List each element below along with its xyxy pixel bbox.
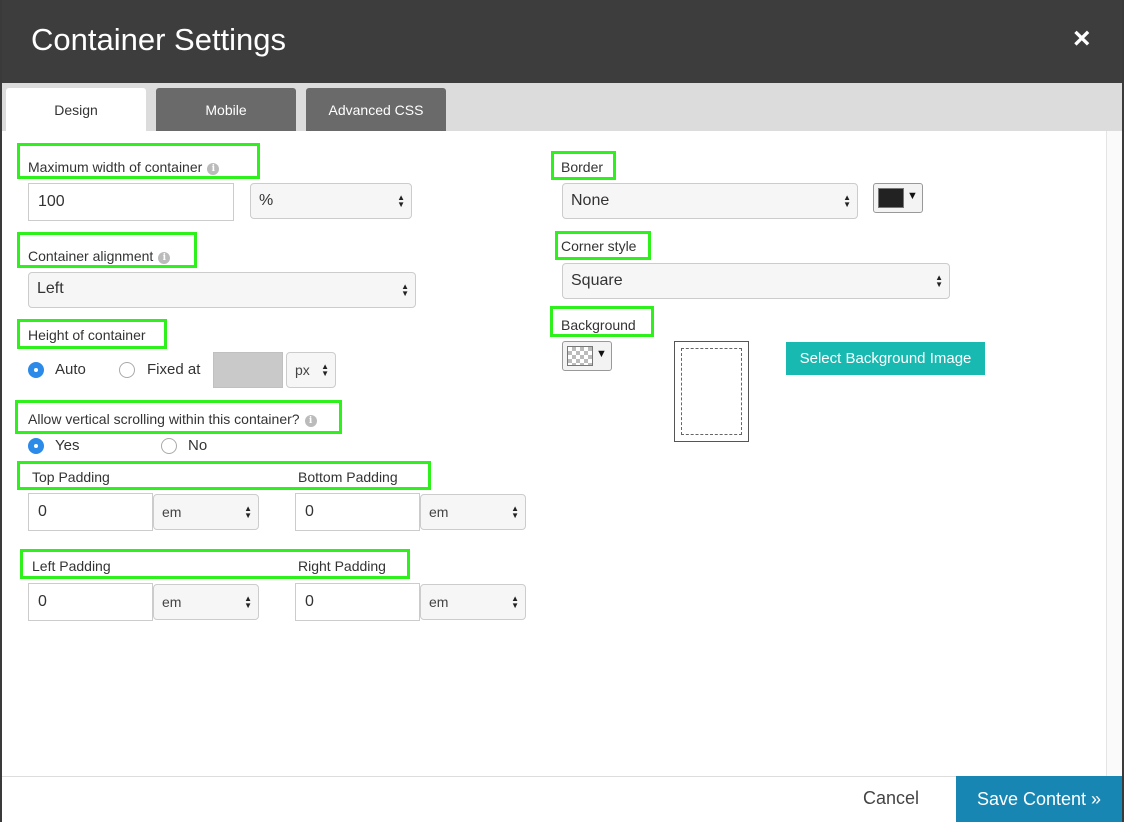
scroll-no-radio[interactable] bbox=[161, 438, 177, 454]
left-padding-label: Left Padding bbox=[32, 558, 111, 574]
select-arrows-icon: ▲ ▼ bbox=[511, 594, 519, 610]
height-label: Height of container bbox=[28, 327, 146, 343]
alignment-select[interactable]: Left ▲ ▼ bbox=[28, 272, 416, 308]
select-arrows-icon: ▲ ▼ bbox=[321, 362, 329, 378]
height-unit-select[interactable]: px ▲ ▼ bbox=[286, 352, 336, 388]
alignment-label: Container alignment i bbox=[28, 248, 171, 264]
top-padding-label: Top Padding bbox=[32, 469, 110, 485]
right-padding-unit: em bbox=[429, 594, 449, 610]
select-arrows-icon: ▲ ▼ bbox=[244, 504, 252, 520]
close-icon[interactable]: × bbox=[1073, 24, 1091, 54]
background-label: Background bbox=[561, 317, 636, 333]
corner-label: Corner style bbox=[561, 238, 637, 254]
scroll-label: Allow vertical scrolling within this con… bbox=[28, 411, 317, 427]
select-arrows-icon: ▲ ▼ bbox=[511, 504, 519, 520]
height-unit-value: px bbox=[295, 362, 310, 378]
height-fixed-label: Fixed at bbox=[147, 361, 201, 378]
cancel-button[interactable]: Cancel bbox=[863, 788, 919, 809]
select-arrows-icon: ▲ ▼ bbox=[401, 282, 409, 298]
background-preview bbox=[674, 341, 749, 442]
height-fixed-radio[interactable] bbox=[119, 362, 135, 378]
border-color-chip bbox=[878, 188, 904, 208]
select-arrows-icon: ▲ ▼ bbox=[397, 193, 405, 209]
height-auto-label: Auto bbox=[55, 361, 86, 378]
dialog-header: Container Settings × bbox=[2, 0, 1122, 83]
top-padding-unit: em bbox=[162, 504, 182, 520]
dialog-footer bbox=[2, 776, 1122, 822]
container-settings-dialog: Container Settings × Design Mobile Advan… bbox=[2, 0, 1122, 822]
info-icon[interactable]: i bbox=[158, 252, 171, 264]
background-color-picker[interactable]: ▼ bbox=[562, 341, 612, 371]
select-background-image-button[interactable]: Select Background Image bbox=[786, 342, 985, 375]
max-width-label-text: Maximum width of container bbox=[28, 159, 203, 175]
right-padding-unit-select[interactable]: em ▲ ▼ bbox=[420, 584, 526, 620]
scroll-yes-label: Yes bbox=[55, 437, 80, 454]
scroll-no-label: No bbox=[188, 437, 208, 454]
height-auto-radio[interactable] bbox=[28, 362, 44, 378]
tab-bar: Design Mobile Advanced CSS bbox=[2, 83, 1122, 131]
save-content-button[interactable]: Save Content » bbox=[956, 776, 1122, 822]
scroll-yes-radio[interactable] bbox=[28, 438, 44, 454]
tab-advanced-css[interactable]: Advanced CSS bbox=[306, 88, 446, 131]
bottom-padding-input[interactable]: 0 bbox=[295, 493, 420, 531]
border-color-picker[interactable]: ▼ bbox=[873, 183, 923, 213]
bottom-padding-label: Bottom Padding bbox=[298, 469, 398, 485]
left-padding-input[interactable]: 0 bbox=[28, 583, 153, 621]
scrollbar[interactable] bbox=[1106, 131, 1122, 776]
left-padding-unit-select[interactable]: em ▲ ▼ bbox=[153, 584, 259, 620]
max-width-label: Maximum width of container i bbox=[28, 159, 220, 175]
border-select[interactable]: None ▲ ▼ bbox=[562, 183, 858, 219]
tab-design[interactable]: Design bbox=[6, 88, 146, 131]
select-arrows-icon: ▲ ▼ bbox=[244, 594, 252, 610]
transparent-color-chip bbox=[567, 346, 593, 366]
select-arrows-icon: ▲ ▼ bbox=[935, 273, 943, 289]
fixed-height-input[interactable] bbox=[213, 352, 283, 388]
caret-down-icon: ▼ bbox=[596, 348, 607, 360]
right-padding-input[interactable]: 0 bbox=[295, 583, 420, 621]
bottom-padding-unit: em bbox=[429, 504, 449, 520]
left-padding-unit: em bbox=[162, 594, 182, 610]
preview-dashed-frame bbox=[681, 348, 742, 435]
select-arrows-icon: ▲ ▼ bbox=[843, 193, 851, 209]
scroll-label-text: Allow vertical scrolling within this con… bbox=[28, 411, 300, 427]
max-width-unit-value: % bbox=[259, 192, 274, 209]
right-padding-label: Right Padding bbox=[298, 558, 386, 574]
bottom-padding-unit-select[interactable]: em ▲ ▼ bbox=[420, 494, 526, 530]
border-label: Border bbox=[561, 159, 604, 175]
tab-mobile[interactable]: Mobile bbox=[156, 88, 296, 131]
alignment-value: Left bbox=[37, 280, 64, 297]
corner-select[interactable]: Square ▲ ▼ bbox=[562, 263, 950, 299]
alignment-label-text: Container alignment bbox=[28, 248, 154, 264]
top-padding-unit-select[interactable]: em ▲ ▼ bbox=[153, 494, 259, 530]
dialog-title: Container Settings bbox=[31, 22, 287, 57]
border-value: None bbox=[571, 192, 610, 209]
corner-value: Square bbox=[571, 272, 623, 289]
info-icon[interactable]: i bbox=[207, 163, 220, 175]
max-width-unit-select[interactable]: % ▲ ▼ bbox=[250, 183, 412, 219]
info-icon[interactable]: i bbox=[304, 415, 317, 427]
top-padding-input[interactable]: 0 bbox=[28, 493, 153, 531]
max-width-input[interactable]: 100 bbox=[28, 183, 234, 221]
caret-down-icon: ▼ bbox=[907, 190, 918, 202]
